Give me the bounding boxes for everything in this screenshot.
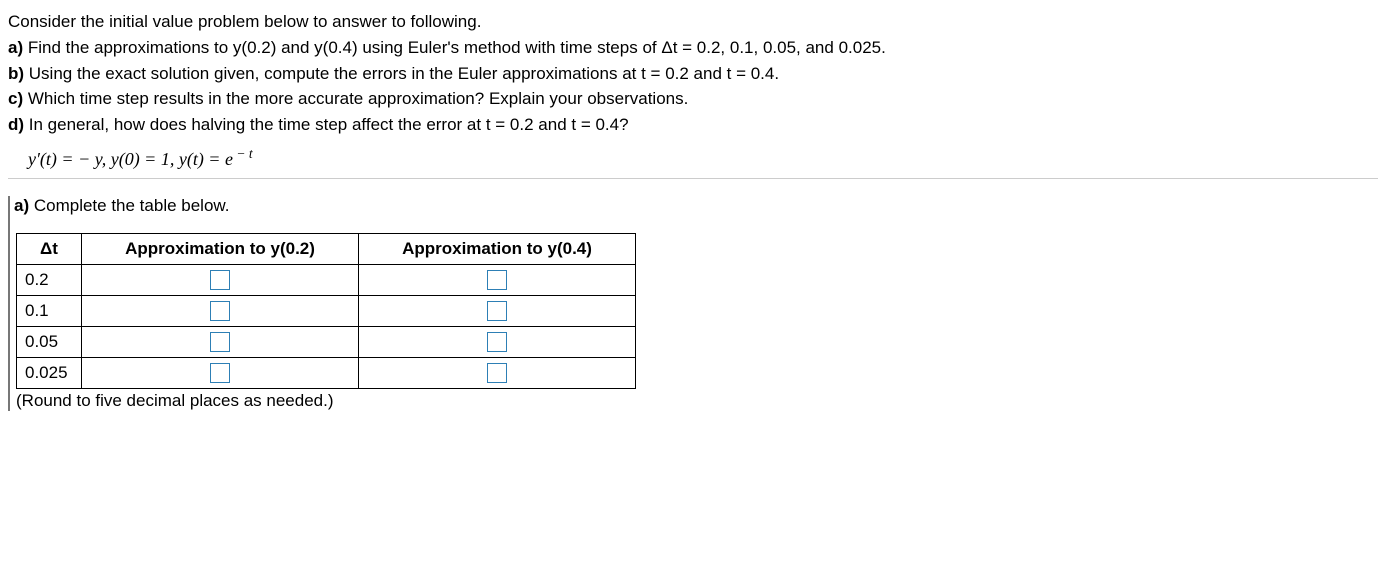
text-d: In general, how does halving the time st… [24, 115, 629, 134]
part-a-text: Complete the table below. [29, 196, 229, 215]
header-dt: Δt [17, 234, 82, 265]
label-b: b) [8, 64, 24, 83]
table-row: 0.2 [17, 265, 636, 296]
cell-dt: 0.025 [17, 358, 82, 389]
text-c: Which time step results in the more accu… [23, 89, 688, 108]
part-a-line: a) Find the approximations to y(0.2) and… [8, 36, 1378, 60]
label-d: d) [8, 115, 24, 134]
cell-approx04 [359, 358, 636, 389]
table-row: 0.05 [17, 327, 636, 358]
input-approx04-1[interactable] [487, 301, 507, 321]
input-approx02-2[interactable] [210, 332, 230, 352]
eq-exp: − t [233, 146, 253, 161]
input-approx02-0[interactable] [210, 270, 230, 290]
table-row: 0.1 [17, 296, 636, 327]
cell-approx02 [82, 296, 359, 327]
part-d-line: d) In general, how does halving the time… [8, 113, 1378, 137]
cell-approx04 [359, 296, 636, 327]
divider [8, 178, 1378, 179]
part-a-section: a) Complete the table below. Δt Approxim… [8, 196, 1378, 411]
cell-approx02 [82, 327, 359, 358]
table-row: 0.025 [17, 358, 636, 389]
label-a: a) [8, 38, 23, 57]
input-approx04-3[interactable] [487, 363, 507, 383]
part-c-line: c) Which time step results in the more a… [8, 87, 1378, 111]
intro-line: Consider the initial value problem below… [8, 10, 1378, 34]
equation: y′(t) = − y, y(0) = 1, y(t) = e − t [28, 145, 1378, 172]
label-c: c) [8, 89, 23, 108]
header-approx04: Approximation to y(0.4) [359, 234, 636, 265]
cell-dt: 0.2 [17, 265, 82, 296]
cell-approx02 [82, 265, 359, 296]
cell-dt: 0.1 [17, 296, 82, 327]
part-a-label: a) [14, 196, 29, 215]
cell-approx04 [359, 265, 636, 296]
eq-lhs: y′(t) = − y, y(0) = 1, y(t) = [28, 149, 225, 169]
input-approx02-1[interactable] [210, 301, 230, 321]
problem-statement: Consider the initial value problem below… [8, 10, 1378, 172]
text-a: Find the approximations to y(0.2) and y(… [23, 38, 886, 57]
approximation-table: Δt Approximation to y(0.2) Approximation… [16, 233, 636, 389]
input-approx04-2[interactable] [487, 332, 507, 352]
cell-dt: 0.05 [17, 327, 82, 358]
round-note: (Round to five decimal places as needed.… [16, 391, 1378, 411]
table-header-row: Δt Approximation to y(0.2) Approximation… [17, 234, 636, 265]
cell-approx04 [359, 327, 636, 358]
text-b: Using the exact solution given, compute … [24, 64, 779, 83]
cell-approx02 [82, 358, 359, 389]
part-b-line: b) Using the exact solution given, compu… [8, 62, 1378, 86]
eq-e: e [225, 149, 233, 169]
part-a-prompt: a) Complete the table below. [14, 196, 1378, 216]
input-approx04-0[interactable] [487, 270, 507, 290]
header-approx02: Approximation to y(0.2) [82, 234, 359, 265]
input-approx02-3[interactable] [210, 363, 230, 383]
